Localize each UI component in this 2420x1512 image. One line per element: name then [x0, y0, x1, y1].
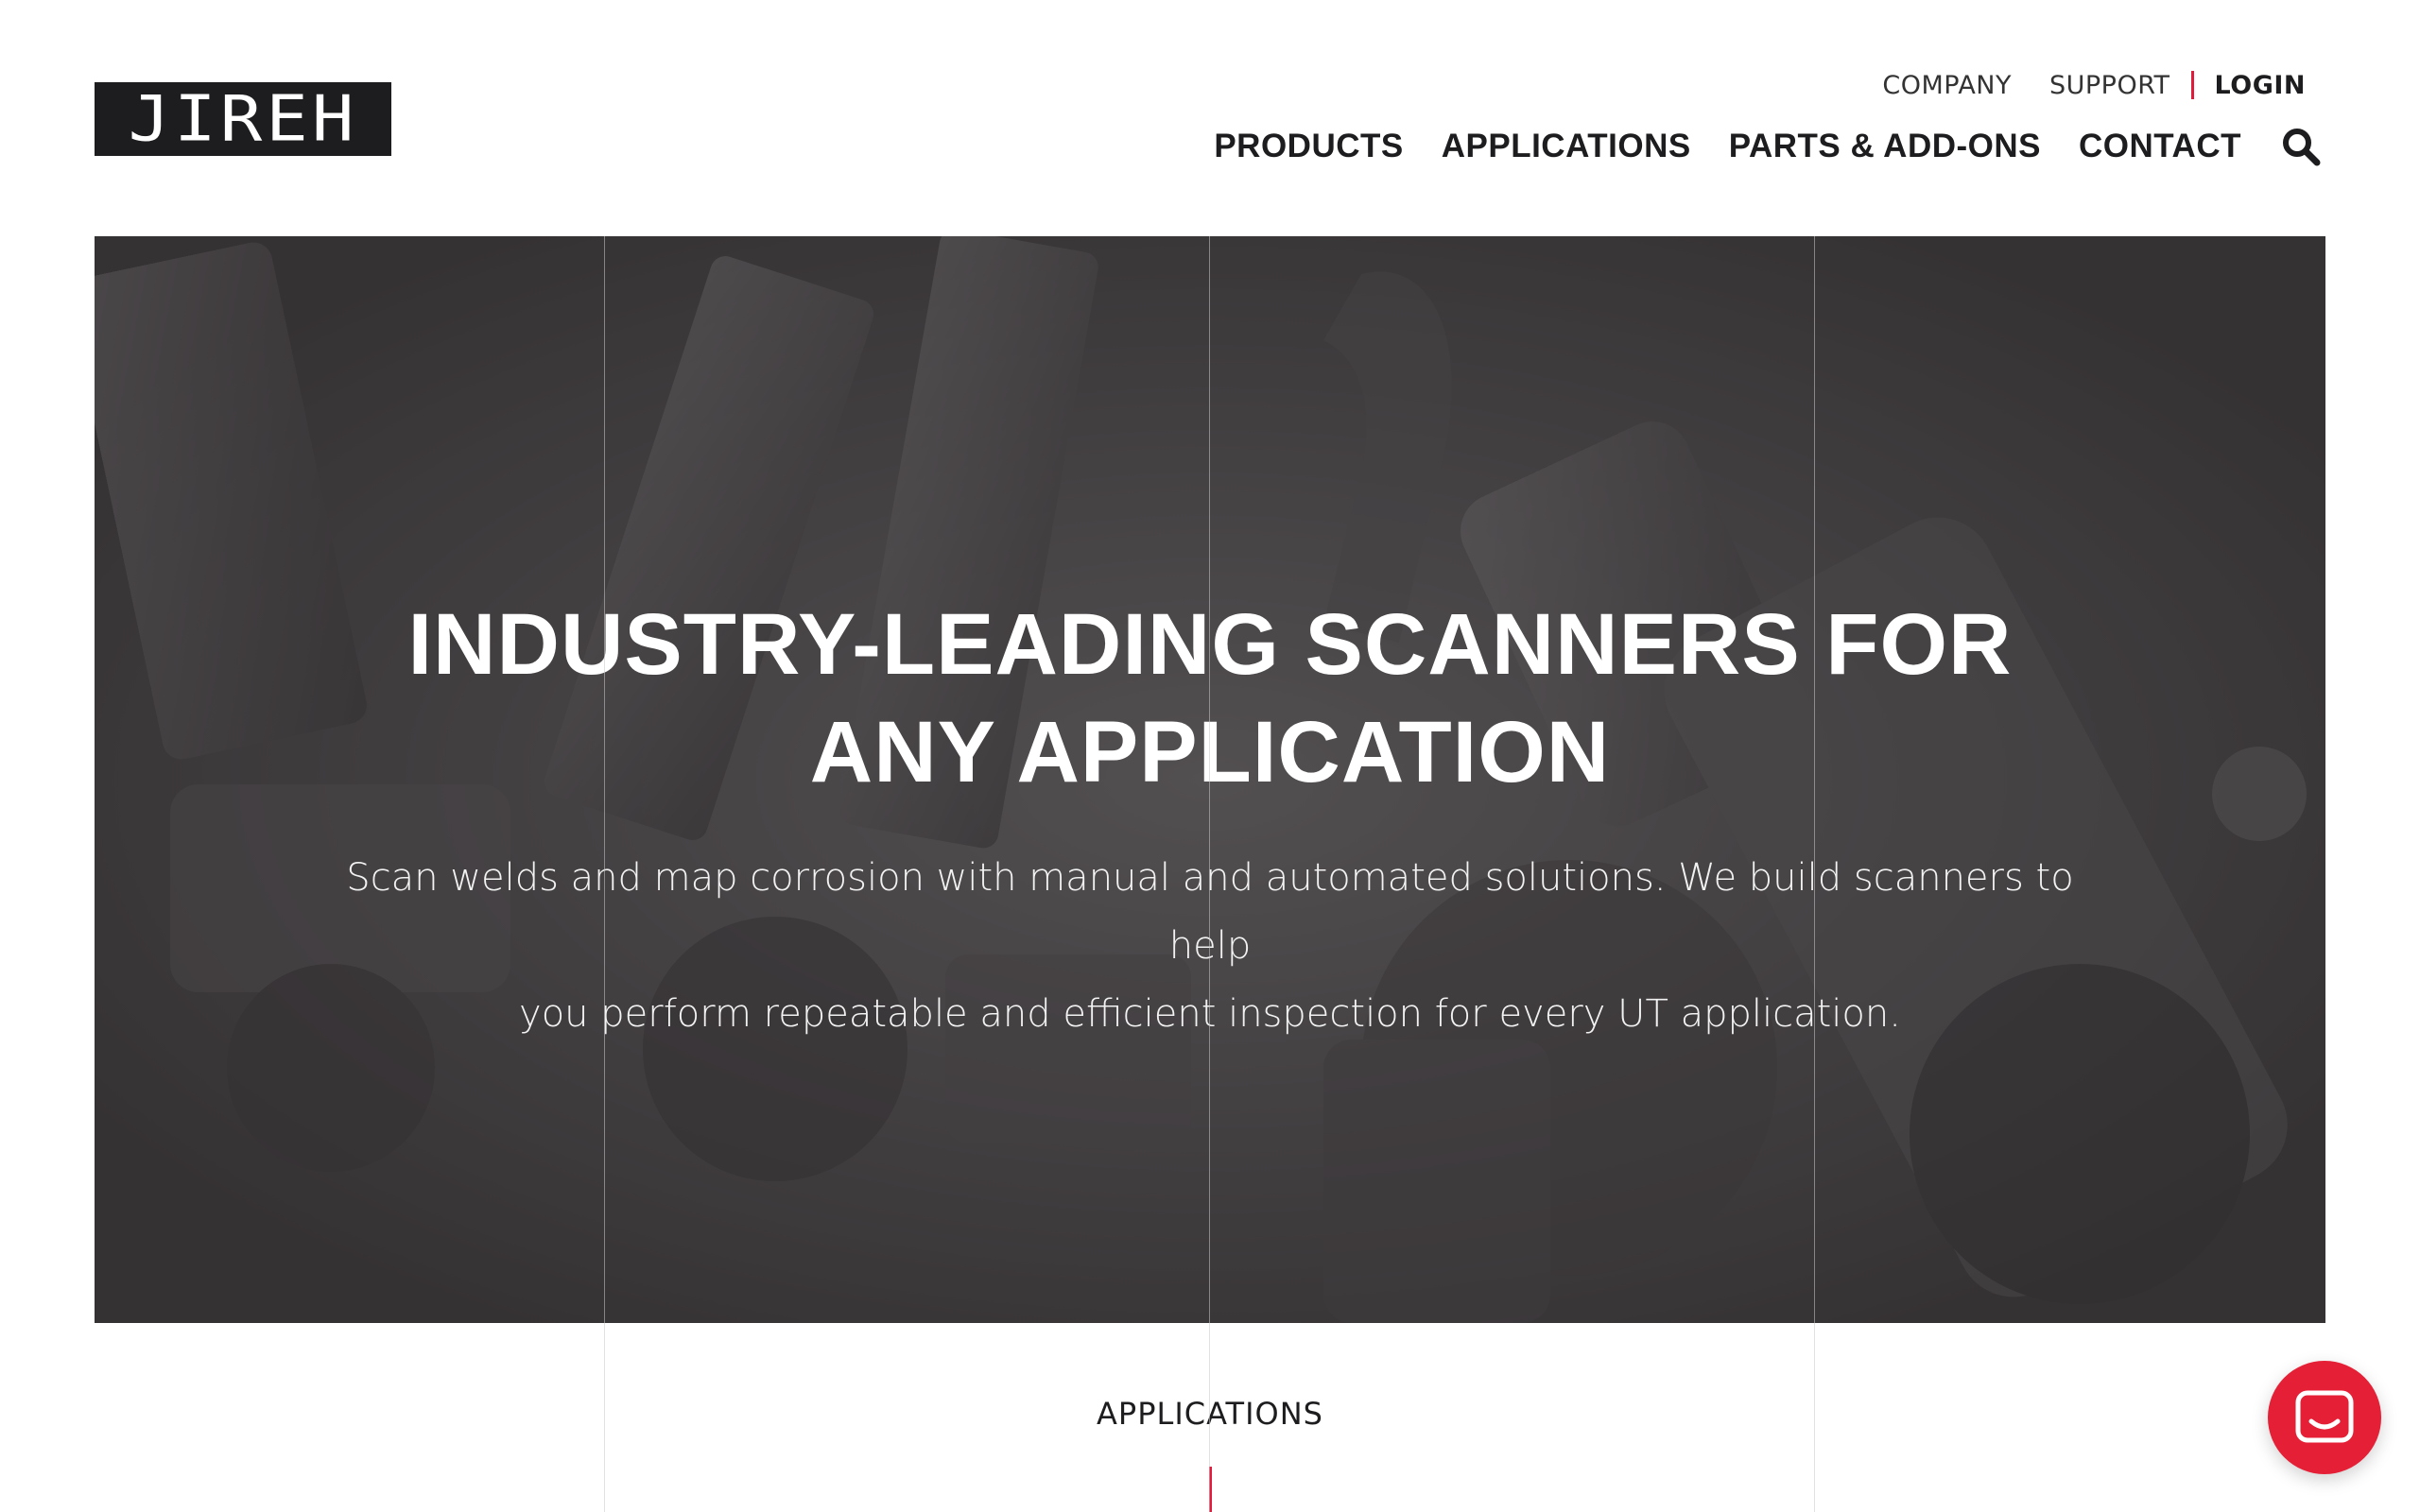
hero-content: INDUSTRY-LEADING SCANNERS FOR ANY APPLIC…: [95, 591, 2325, 1048]
utility-nav: COMPANY SUPPORT LOGIN: [1882, 66, 2306, 104]
login-link[interactable]: LOGIN: [2215, 71, 2307, 100]
hero-title-line-2: ANY APPLICATION: [809, 704, 1611, 800]
hero-title-line-1: INDUSTRY-LEADING SCANNERS FOR: [407, 596, 2013, 693]
logo-text: JIREH: [128, 82, 358, 156]
main-nav: PRODUCTS APPLICATIONS PARTS & ADD-ONS CO…: [1176, 123, 2321, 170]
company-link[interactable]: COMPANY: [1882, 71, 2012, 100]
hero-subtitle-line-2: you perform repeatable and efficient ins…: [519, 992, 1901, 1036]
hero-title: INDUSTRY-LEADING SCANNERS FOR ANY APPLIC…: [406, 591, 2014, 806]
nav-products[interactable]: PRODUCTS: [1214, 128, 1403, 165]
hero-subtitle: Scan welds and map corrosion with manual…: [312, 844, 2108, 1048]
hero-subtitle-line-1: Scan welds and map corrosion with manual…: [346, 856, 2074, 968]
hero-banner: INDUSTRY-LEADING SCANNERS FOR ANY APPLIC…: [95, 236, 2325, 1323]
chat-icon[interactable]: [2268, 1361, 2381, 1474]
support-link[interactable]: SUPPORT: [2049, 71, 2170, 100]
search-icon[interactable]: [2281, 127, 2321, 166]
applications-section-label: APPLICATIONS: [1097, 1396, 1323, 1432]
nav-parts-add-ons[interactable]: PARTS & ADD-ONS: [1729, 128, 2041, 165]
page: JIREH COMPANY SUPPORT LOGIN PRODUCTS APP…: [0, 0, 2420, 1512]
nav-contact[interactable]: CONTACT: [2079, 128, 2241, 165]
section-accent-line: [1209, 1467, 1212, 1512]
jireh-logo[interactable]: JIREH: [95, 82, 391, 156]
nav-applications[interactable]: APPLICATIONS: [1442, 128, 1691, 165]
utility-divider: [2190, 71, 2194, 99]
